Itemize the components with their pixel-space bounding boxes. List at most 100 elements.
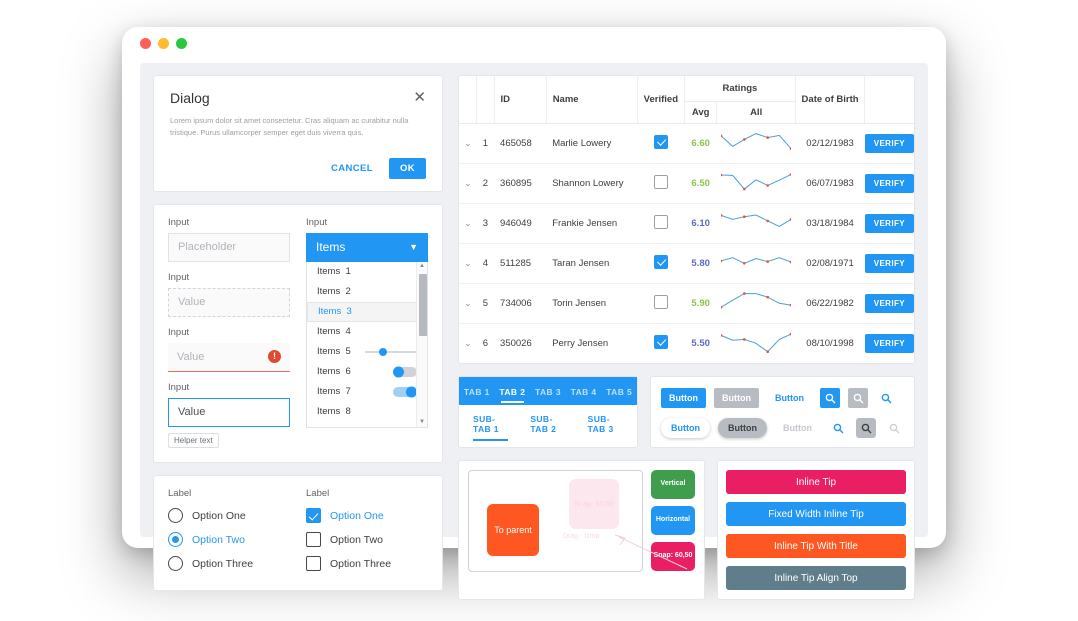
verify-button[interactable]: VERIFY [864,174,914,193]
tab-3[interactable]: TAB 3 [530,377,566,405]
th-dob[interactable]: Date of Birth [795,76,866,124]
checkbox-item[interactable]: Option Three [306,552,428,576]
checkbox-icon[interactable] [653,335,668,349]
select-option[interactable]: Items 8 [307,402,427,422]
chip-horizontal[interactable]: Horizontal [651,506,695,535]
row-verified-checkbox[interactable] [637,283,685,324]
range-slider[interactable] [365,347,419,356]
dashed-input[interactable]: Value [168,287,290,317]
select-option-selected[interactable]: Items 3 [307,301,427,322]
row-expand-chevron-down-icon[interactable]: ⌄ [459,283,477,324]
sub-tab-3[interactable]: SUB-TAB 3 [588,414,623,441]
select-trigger[interactable]: Items ▼ [306,232,428,262]
select-option-with-toggle[interactable]: Items 7 [307,382,427,402]
table-row[interactable]: ⌄ 2 360895 Shannon Lowery 6.50 06/07/1983 VER… [459,163,914,204]
search-icon-button-dark[interactable] [856,418,876,438]
search-icon-button-bare[interactable] [876,388,896,408]
row-verified-checkbox[interactable] [637,163,685,204]
table-row[interactable]: ⌄ 3 946049 Frankie Jensen 6.10 03/18/1984 VER… [459,203,914,244]
table-row[interactable]: ⌄ 5 734006 Torin Jensen 5.90 06/22/1982 VERIF… [459,283,914,324]
checkbox-icon[interactable] [306,556,321,572]
chip-vertical[interactable]: Vertical [651,470,695,499]
row-expand-chevron-down-icon[interactable]: ⌄ [459,163,477,204]
fixed-width-inline-tip-button[interactable]: Fixed Width Inline Tip [726,502,906,526]
row-verified-checkbox[interactable] [637,123,685,164]
inline-tip-with-title-button[interactable]: Inline Tip With Title [726,534,906,558]
th-avg[interactable]: Avg [684,101,718,124]
slider-thumb[interactable] [378,347,387,356]
radio-icon-checked[interactable] [168,532,183,548]
scroll-up-icon[interactable]: ▲ [417,262,427,271]
chip-snap[interactable]: Snap: 60,50 [651,542,695,571]
radio-item[interactable]: Option Three [168,552,290,576]
th-name[interactable]: Name [546,76,638,124]
checkbox-icon[interactable] [306,532,321,548]
select-option-with-toggle[interactable]: Items 6 [307,362,427,382]
verify-button[interactable]: VERIFY [864,214,914,233]
sub-tab-1[interactable]: SUB-TAB 1 [473,414,509,441]
rounded-button-raised[interactable]: Button [661,418,710,438]
secondary-button[interactable]: Button [714,388,759,408]
verify-button[interactable]: VERIFY [864,294,914,313]
tab-4[interactable]: TAB 4 [566,377,602,405]
sub-tab-2[interactable]: SUB-TAB 2 [530,414,565,441]
rounded-button-gray[interactable]: Button [718,418,767,438]
ok-button[interactable]: OK [388,157,426,179]
select-option-with-slider[interactable]: Items 5 [307,342,427,362]
primary-button[interactable]: Button [661,388,706,408]
select-option[interactable]: Items 1 [307,262,427,282]
table-row[interactable]: ⌄ 4 511285 Taran Jensen 5.80 02/08/1971 VERIF… [459,243,914,284]
checkbox-item[interactable]: Option Two [306,528,428,552]
search-icon-button-primary[interactable] [820,388,840,408]
error-input[interactable]: Value ! [168,342,290,372]
th-id[interactable]: ID [494,76,547,124]
placeholder-input[interactable]: Placeholder [168,232,290,262]
checkbox-icon[interactable] [653,175,668,189]
table-row[interactable]: ⌄ 1 465058 Marlie Lowery 6.60 02/12/1983 VERI… [459,123,914,164]
row-verified-checkbox[interactable] [637,203,685,244]
checkbox-item-checked[interactable]: Option One [306,504,428,528]
row-verified-checkbox[interactable] [637,324,684,364]
scrollbar[interactable]: ▲ ▼ [416,261,427,427]
window-close-button[interactable] [140,38,151,49]
window-maximize-button[interactable] [176,38,187,49]
tab-5[interactable]: TAB 5 [601,377,637,405]
scroll-down-icon[interactable]: ▼ [417,418,427,427]
select-option[interactable]: Items 2 [307,282,427,302]
checkbox-icon-checked[interactable] [306,508,321,524]
toggle-switch-off[interactable] [393,366,417,378]
th-verified[interactable]: Verified [637,76,685,124]
row-expand-chevron-down-icon[interactable]: ⌄ [459,243,477,284]
close-icon[interactable]: ✕ [413,90,426,105]
search-icon-button-bare-2[interactable] [828,418,848,438]
checkbox-icon[interactable] [653,295,668,309]
radio-icon[interactable] [168,508,183,524]
th-all[interactable]: All [716,101,796,124]
radio-item-selected[interactable]: Option Two [168,528,290,552]
window-minimize-button[interactable] [158,38,169,49]
row-verified-checkbox[interactable] [637,243,685,284]
verify-button[interactable]: VERIFY [864,254,914,273]
checkbox-icon[interactable] [653,135,668,149]
row-expand-chevron-down-icon[interactable]: ⌄ [459,123,477,164]
table-row[interactable]: ⌄ 6 350026 Perry Jensen 5.50 08/10/1998 VERIF… [459,324,914,364]
verify-button[interactable]: VERIFY [864,134,914,153]
verify-button[interactable]: VERIFY [864,334,914,353]
toggle-switch-on[interactable] [393,386,417,398]
cancel-button[interactable]: CANCEL [325,159,379,178]
draggable-to-parent[interactable]: To parent [487,504,539,556]
drop-zone[interactable]: To parent Snap: 60,50 Drag - Drop [468,470,688,572]
row-expand-chevron-down-icon[interactable]: ⌄ [459,203,477,244]
select-option[interactable]: Items 4 [307,322,427,342]
focused-input[interactable]: Value [168,397,290,427]
inline-tip-align-top-button[interactable]: Inline Tip Align Top [726,566,906,590]
radio-item[interactable]: Option One [168,504,290,528]
inline-tip-button[interactable]: Inline Tip [726,470,906,494]
radio-icon[interactable] [168,556,183,572]
tab-1[interactable]: TAB 1 [459,377,495,405]
checkbox-icon[interactable] [653,215,668,229]
scrollbar-thumb[interactable] [418,273,427,336]
text-button[interactable]: Button [767,388,812,408]
search-icon-button-secondary[interactable] [848,388,868,408]
row-expand-chevron-down-icon[interactable]: ⌄ [459,324,477,364]
